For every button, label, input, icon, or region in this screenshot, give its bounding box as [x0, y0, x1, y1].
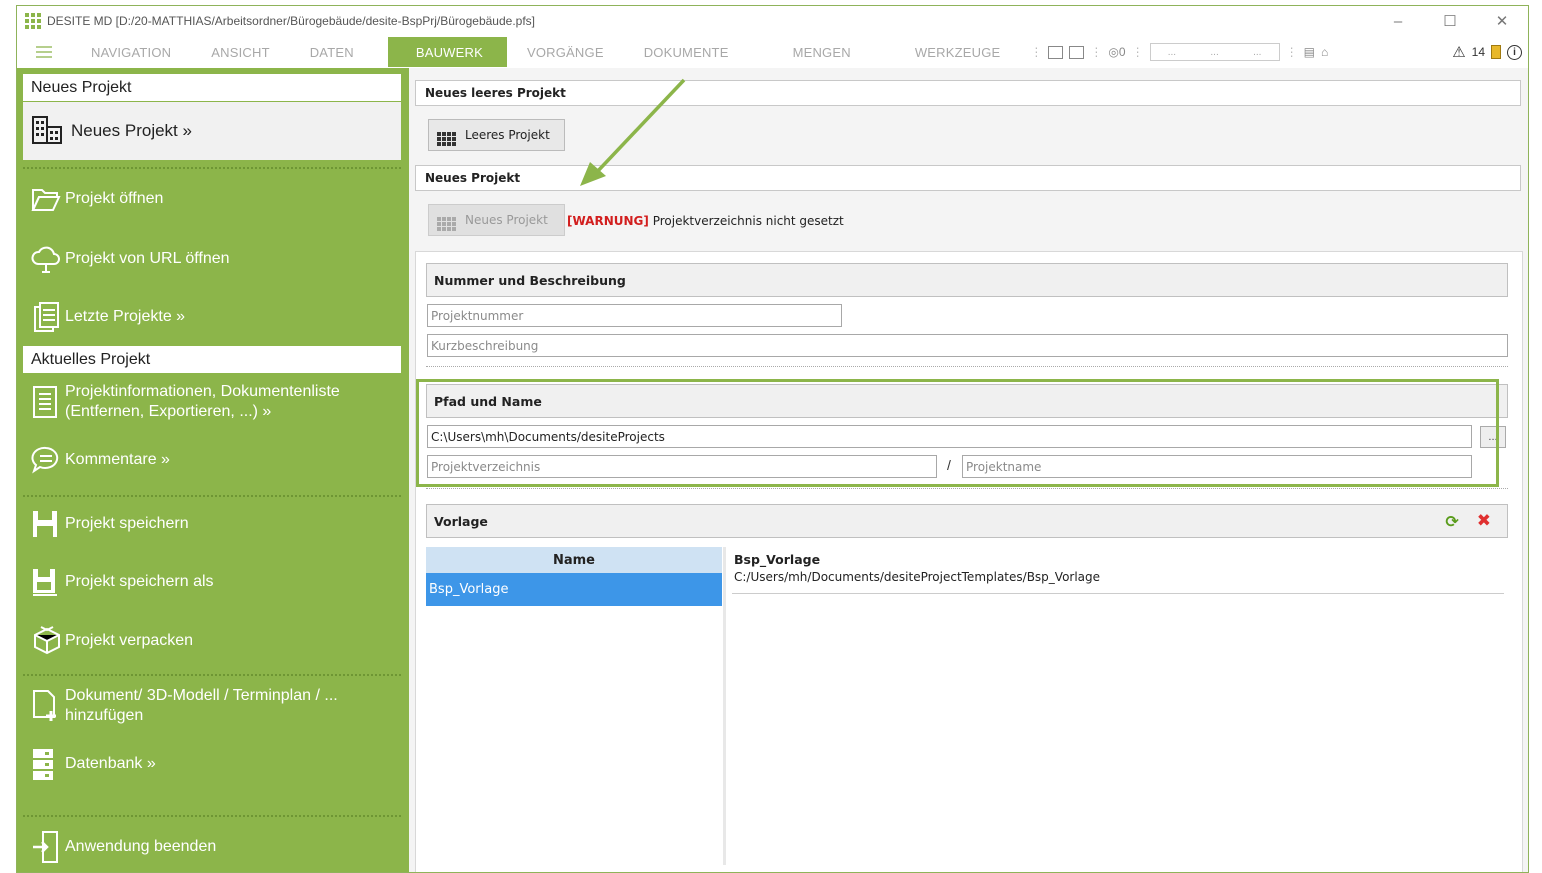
sidebar-item-pack-project[interactable]: Projekt verpacken: [31, 625, 193, 657]
backstage-sidebar: Neues Projekt Neues Projekt » Projekt öf…: [17, 68, 409, 872]
warning-text: Projektverzeichnis nicht gesetzt: [652, 214, 844, 228]
document-list-icon: [31, 385, 65, 419]
save-icon: [31, 509, 65, 539]
presentation-icon[interactable]: [1069, 45, 1085, 59]
window-title: DESITE MD [D:/20-MATTHIAS/Arbeitsordner/…: [47, 14, 535, 28]
tab-dokumente[interactable]: DOKUMENTE: [624, 37, 773, 67]
sidebar-item-new-project[interactable]: Neues Projekt »: [23, 102, 401, 160]
refresh-icon[interactable]: ⟳: [1445, 512, 1458, 531]
template-name: Bsp_Vorlage: [734, 552, 821, 567]
app-menu-icon[interactable]: [17, 37, 71, 67]
warning-tag: [WARNUNG]: [567, 214, 649, 228]
template-path: C:/Users/mh/Documents/desiteProjectTempl…: [734, 570, 1101, 584]
minimize-button[interactable]: –: [1372, 6, 1424, 36]
exit-door-icon: [31, 830, 65, 864]
sidebar-item-quit[interactable]: Anwendung beenden: [31, 830, 216, 864]
building-icon: [31, 113, 71, 150]
project-form: Nummer und Beschreibung Pfad und Name ..…: [415, 251, 1523, 872]
layout-icon[interactable]: [1048, 45, 1064, 59]
new-project-button[interactable]: Neues Projekt: [428, 204, 565, 236]
sidebar-item-open-project[interactable]: Projekt öffnen: [31, 186, 163, 212]
section-new-empty-project: Neues leeres Projekt: [415, 80, 1521, 106]
building-icon: [437, 209, 459, 231]
sidebar-header-new: Neues Projekt: [23, 74, 401, 101]
building-icon: [437, 124, 459, 146]
sidebar-item-database[interactable]: Datenbank »: [31, 747, 156, 781]
layers-icon[interactable]: [1491, 45, 1501, 59]
close-button[interactable]: ✕: [1476, 6, 1528, 36]
tab-mengen[interactable]: MENGEN: [773, 37, 895, 67]
short-description-input[interactable]: [427, 334, 1508, 357]
tab-werkzeuge[interactable]: WERKZEUGE: [895, 37, 1021, 67]
tab-bauwerk[interactable]: BAUWERK: [387, 37, 507, 67]
sidebar-item-project-info[interactable]: Projektinformationen, Dokumentenliste (En…: [31, 382, 340, 422]
home-icon[interactable]: ⌂: [1321, 45, 1328, 59]
browse-button[interactable]: ...: [1480, 426, 1506, 448]
path-separator: /: [947, 457, 951, 473]
tab-navigation[interactable]: NAVIGATION: [71, 37, 191, 67]
sidebar-item-label: Neues Projekt »: [71, 121, 192, 140]
main-panel: Neues leeres Projekt Leeres Projekt Neue…: [409, 68, 1528, 872]
project-number-input[interactable]: [427, 304, 842, 327]
tab-ansicht[interactable]: ANSICHT: [191, 37, 289, 67]
folder-open-icon: [31, 186, 65, 212]
table-header-name[interactable]: Name: [426, 547, 722, 573]
group-template: Vorlage ⟳ ✖: [426, 504, 1508, 538]
recent-files-icon: [31, 301, 65, 333]
add-document-icon: [31, 689, 65, 723]
link-count-icon[interactable]: ◎0: [1108, 45, 1125, 59]
title-bar: DESITE MD [D:/20-MATTHIAS/Arbeitsordner/…: [17, 6, 1528, 36]
warning-count: 14: [1471, 45, 1485, 59]
warning-message: [WARNUNG] Projektverzeichnis nicht geset…: [567, 214, 844, 228]
section-new-project: Neues Projekt: [415, 165, 1521, 191]
sidebar-item-recent-projects[interactable]: Letzte Projekte »: [31, 301, 185, 333]
tab-daten[interactable]: DATEN: [290, 37, 388, 67]
quick-access-box[interactable]: .........: [1149, 43, 1280, 61]
project-name-input[interactable]: [962, 455, 1472, 478]
save-as-icon: [31, 567, 65, 597]
comment-icon: [31, 445, 65, 475]
sidebar-item-save-as[interactable]: Projekt speichern als: [31, 567, 214, 597]
sidebar-item-add-document[interactable]: Dokument/ 3D-Modell / Terminplan / ... hi…: [31, 686, 338, 726]
base-path-input[interactable]: [427, 425, 1472, 448]
package-icon: [31, 625, 65, 657]
sidebar-item-comments[interactable]: Kommentare »: [31, 445, 170, 475]
info-icon[interactable]: i: [1507, 44, 1522, 60]
database-icon: [31, 747, 65, 781]
group-number-description: Nummer und Beschreibung: [426, 263, 1508, 297]
project-directory-input[interactable]: [427, 455, 937, 478]
ribbon-quick-tools: ⋮ ⋮ ◎0 ⋮ ......... ⋮ ▤ ⌂: [1030, 43, 1329, 61]
ribbon-tabs: NAVIGATION ANSICHT DATEN BAUWERK VORGÄNG…: [17, 37, 1528, 67]
app-window: DESITE MD [D:/20-MATTHIAS/Arbeitsordner/…: [16, 5, 1529, 873]
app-grid-icon: [25, 13, 41, 29]
tab-vorgaenge[interactable]: VORGÄNGE: [507, 37, 624, 67]
empty-project-button[interactable]: Leeres Projekt: [428, 119, 565, 151]
sidebar-header-current: Aktuelles Projekt: [23, 346, 401, 373]
maximize-button[interactable]: ☐: [1424, 6, 1476, 36]
document-icon[interactable]: ▤: [1304, 45, 1315, 59]
table-row[interactable]: Bsp_Vorlage: [426, 573, 722, 606]
sidebar-item-save-project[interactable]: Projekt speichern: [31, 509, 189, 539]
warning-icon[interactable]: ⚠: [1452, 43, 1465, 61]
delete-icon[interactable]: ✖: [1477, 511, 1491, 531]
sidebar-item-open-url[interactable]: Projekt von URL öffnen: [31, 244, 230, 274]
cloud-icon: [31, 244, 65, 274]
group-path-name: Pfad und Name: [426, 384, 1508, 418]
